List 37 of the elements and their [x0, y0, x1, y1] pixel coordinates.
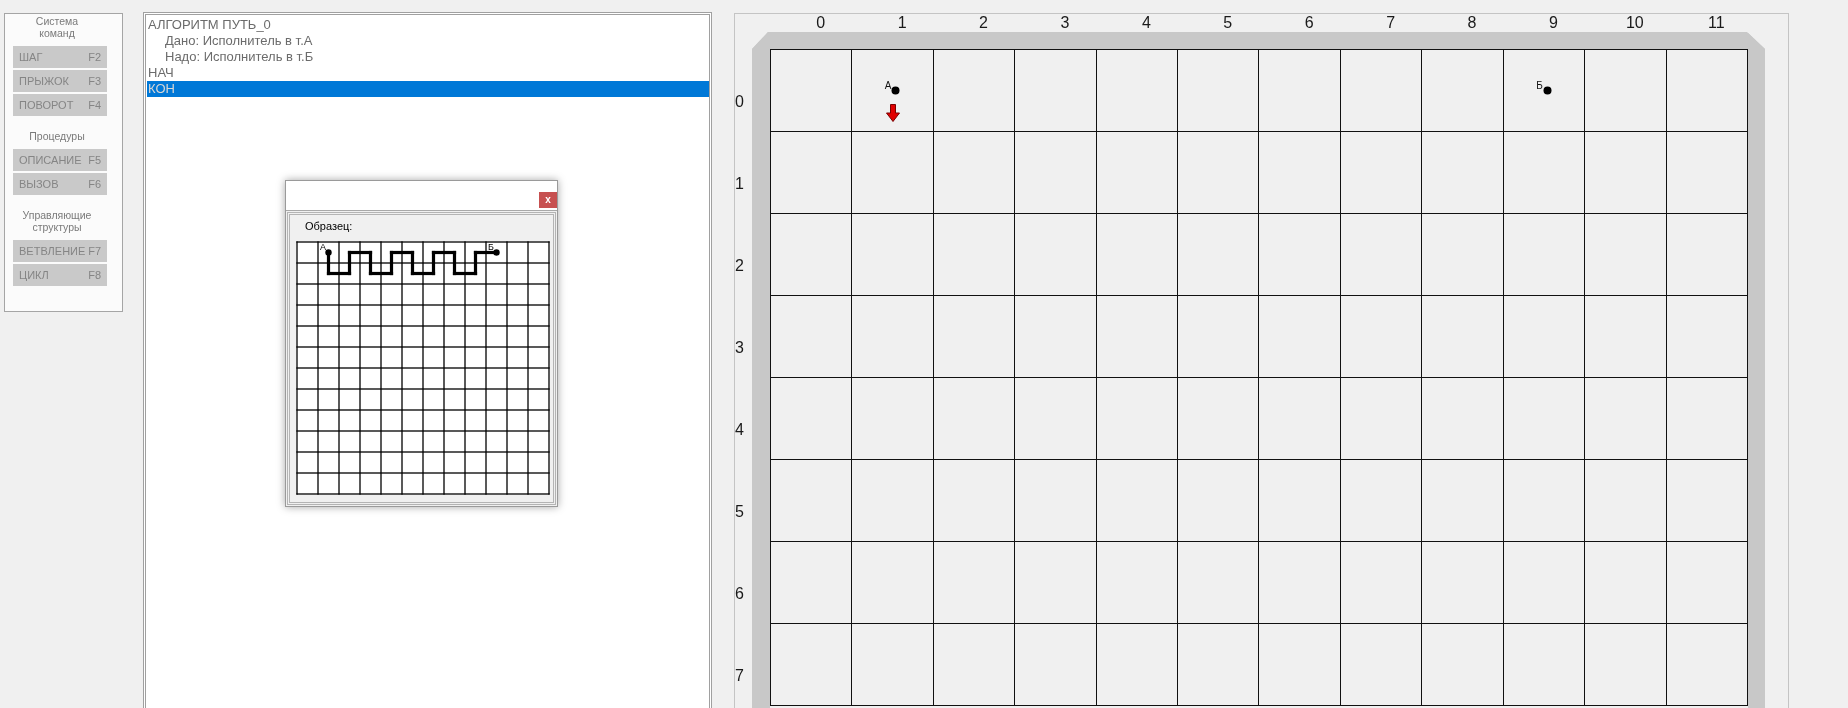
row-number: 4 [735, 421, 744, 439]
group-title: Система команд [35, 15, 79, 39]
column-number: 11 [1707, 14, 1725, 32]
point-label: Б [1536, 81, 1543, 91]
column-number: 2 [979, 14, 988, 32]
row-number: 6 [735, 585, 744, 603]
column-number: 0 [816, 14, 826, 32]
row-number: 0 [735, 93, 744, 111]
row-number: 3 [735, 339, 744, 357]
group-title: Процедуры [29, 130, 85, 142]
column-number: 5 [1223, 14, 1233, 32]
close-button[interactable]: x [539, 192, 557, 208]
code-line[interactable]: АЛГОРИТМ ПУТЬ_0 [147, 17, 709, 33]
point-label: А [320, 241, 326, 252]
point-dot-icon [493, 249, 500, 256]
row-number: 2 [735, 257, 744, 275]
point-label: Б [488, 241, 494, 252]
column-number: 4 [1141, 14, 1151, 32]
column-number: 7 [1386, 14, 1396, 32]
code-line[interactable]: Дано: Исполнитель в т.А [147, 33, 709, 49]
column-number: 1 [897, 14, 907, 32]
point-label: А [884, 81, 892, 91]
column-number: 8 [1467, 14, 1477, 32]
point-dot-icon [891, 86, 901, 95]
row-number: 1 [735, 175, 744, 193]
column-number: 10 [1625, 14, 1644, 32]
code-line[interactable]: НАЧ [147, 65, 709, 81]
point-dot-icon [325, 249, 332, 256]
row-number: 5 [735, 503, 744, 521]
point-dot-icon [1542, 86, 1552, 95]
column-number: 9 [1549, 14, 1558, 32]
row-number: 7 [735, 667, 744, 685]
code-line[interactable]: Надо: Исполнитель в т.Б [147, 49, 709, 65]
column-number: 6 [1304, 14, 1314, 32]
column-number: 3 [1060, 14, 1070, 32]
sample-label: Образец: [305, 220, 353, 232]
group-title: Управляющие структуры [22, 209, 92, 233]
